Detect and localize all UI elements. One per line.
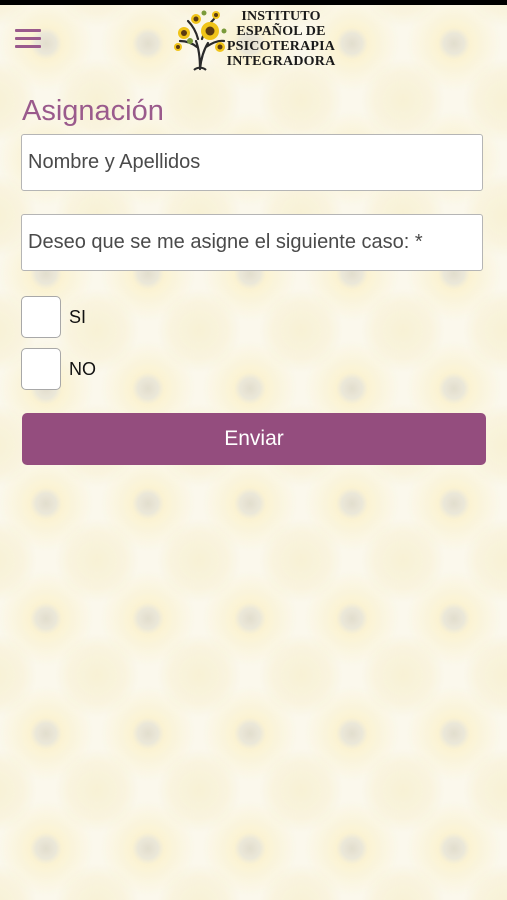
logo-line: ESPAÑOL DE <box>236 24 326 39</box>
submit-button[interactable]: Enviar <box>22 413 486 465</box>
institute-logo: INSTITUTO ESPAÑOL DE PSICOTERAPIA INTEGR… <box>170 7 342 73</box>
si-label: SI <box>69 307 87 327</box>
logo-line: PSICOTERAPIA <box>226 39 336 54</box>
name-field[interactable] <box>21 134 483 191</box>
logo-line: INSTITUTO <box>241 9 321 24</box>
name-input[interactable] <box>22 135 482 190</box>
case-input[interactable] <box>22 215 482 270</box>
app-header: INSTITUTO ESPAÑOL DE PSICOTERAPIA INTEGR… <box>0 5 507 73</box>
case-field[interactable] <box>21 214 483 271</box>
status-bar-strip <box>0 0 507 5</box>
option-no: NO <box>21 348 221 390</box>
logo-line: INTEGRADORA <box>226 54 336 69</box>
si-checkbox[interactable] <box>21 296 61 338</box>
form-title: Asignación <box>22 95 164 127</box>
no-checkbox[interactable] <box>21 348 61 390</box>
hamburger-menu-icon[interactable] <box>15 29 41 49</box>
no-label: NO <box>69 359 96 379</box>
option-si: SI <box>21 296 221 338</box>
logo-text: INSTITUTO ESPAÑOL DE PSICOTERAPIA INTEGR… <box>220 9 342 69</box>
